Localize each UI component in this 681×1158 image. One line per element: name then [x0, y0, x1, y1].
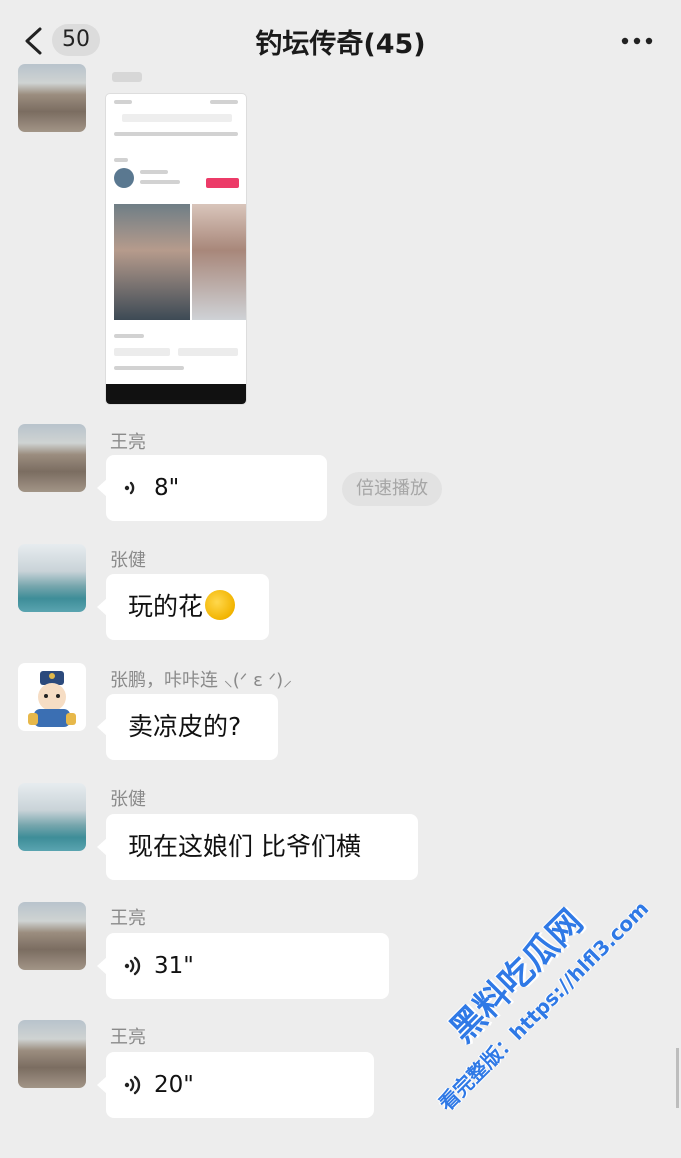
avatar[interactable] [18, 783, 86, 851]
avatar[interactable] [18, 663, 86, 731]
voice-message-bubble[interactable]: 8" [97, 455, 327, 521]
avatar[interactable] [18, 1020, 86, 1088]
voice-message-bubble[interactable]: 20" [97, 1052, 374, 1118]
cartoon-avatar-icon [28, 671, 76, 727]
message-text: 玩的花 [128, 592, 204, 621]
sender-name-partial [112, 72, 142, 82]
message-text: 现在这娘们 比爷们横 [128, 832, 361, 861]
voice-icon [124, 481, 135, 495]
more-options-icon[interactable] [620, 36, 654, 46]
avatar[interactable] [18, 64, 86, 132]
sender-name: 张健 [110, 550, 146, 571]
watermark-url-text: 看完整版：https://hlfl3.com [434, 896, 654, 1116]
sender-name: 张健 [110, 789, 146, 810]
sender-name: 王亮 [110, 432, 146, 453]
avatar[interactable] [18, 544, 86, 612]
image-message[interactable] [106, 94, 246, 404]
sender-name: 王亮 [110, 908, 146, 929]
avatar[interactable] [18, 424, 86, 492]
voice-icon [124, 1075, 141, 1095]
voice-duration: 20" [154, 1072, 194, 1098]
text-message-bubble[interactable]: 现在这娘们 比爷们横 [97, 814, 418, 880]
voice-icon [124, 956, 141, 976]
speed-play-button[interactable]: 倍速播放 [342, 472, 442, 506]
avatar[interactable] [18, 902, 86, 970]
text-message-bubble[interactable]: 玩的花 [97, 574, 269, 640]
scrollbar[interactable] [676, 1048, 679, 1108]
watermark: 黑料吃瓜网 看完整版：https://hlfl3.com [373, 783, 681, 1137]
emoji-icon [205, 590, 236, 620]
chat-header: 50 钓坛传奇(45) [0, 0, 681, 80]
text-message-bubble[interactable]: 卖凉皮的? [97, 694, 278, 760]
voice-duration: 8" [154, 475, 180, 501]
sender-name: 张鹏，咔咔连 ⸜(ᐟ ε ᐟ)⸝ [110, 670, 293, 691]
voice-duration: 31" [154, 953, 194, 979]
voice-message-bubble[interactable]: 31" [97, 933, 389, 999]
watermark-main-text: 黑料吃瓜网 [442, 902, 592, 1051]
message-text: 卖凉皮的? [128, 712, 242, 741]
sender-name: 王亮 [110, 1027, 146, 1048]
chat-title: 钓坛传奇(45) [255, 29, 426, 60]
